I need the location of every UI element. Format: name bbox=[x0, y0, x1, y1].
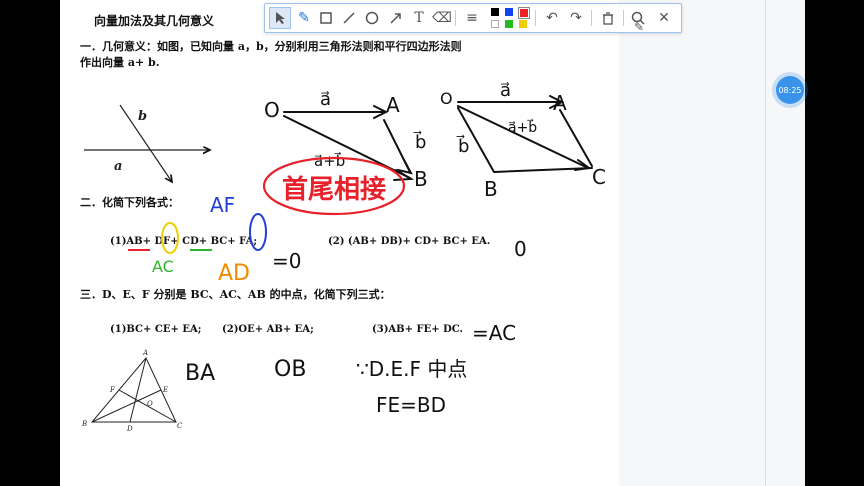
eraser-icon[interactable]: ⌫ bbox=[431, 7, 453, 29]
delete-icon[interactable] bbox=[597, 7, 619, 29]
yellow-circle-mark bbox=[161, 222, 179, 254]
color-blue-swatch[interactable] bbox=[505, 8, 513, 16]
line-label-b: b bbox=[138, 109, 147, 124]
circle-icon[interactable] bbox=[361, 7, 383, 29]
hw-AD-orange: AD bbox=[218, 261, 250, 286]
tri-label-F: F bbox=[109, 386, 116, 394]
color-green-swatch[interactable] bbox=[505, 20, 513, 28]
hw-zero-result-1: =0 bbox=[272, 249, 301, 273]
tri-label-O: O bbox=[147, 400, 153, 408]
pen-icon[interactable]: ✎ bbox=[293, 7, 315, 29]
line-style-icon[interactable]: ≡ bbox=[461, 7, 483, 29]
color-white-swatch[interactable] bbox=[491, 20, 499, 28]
hw-OB: OB bbox=[274, 357, 306, 382]
hw-vec-a-2: a⃗ bbox=[500, 80, 511, 101]
hw-vec-b-2: b⃗ bbox=[456, 135, 469, 157]
hw-midpoints: ∵D.E.F 中点 bbox=[356, 357, 467, 381]
handwritten-triangle-rule bbox=[283, 105, 415, 181]
color-black-swatch[interactable] bbox=[491, 8, 499, 16]
hw-eq-AC: =AC bbox=[472, 321, 516, 345]
hw-vec-b-1: b⃗ bbox=[413, 131, 426, 153]
tri-label-E: E bbox=[162, 386, 168, 394]
select-icon[interactable] bbox=[269, 7, 291, 29]
hw-B-2: B bbox=[484, 177, 498, 201]
color-yellow-swatch[interactable] bbox=[519, 20, 527, 28]
undo-icon[interactable]: ↶ bbox=[541, 7, 563, 29]
hw-C-2: C bbox=[592, 165, 606, 189]
annotation-layer: b a O A B a⃗ b⃗ a⃗+b⃗ 首尾相接 O A B C a⃗ b⃗… bbox=[81, 80, 606, 433]
hw-BA: BA bbox=[185, 361, 215, 386]
hw-B-1: B bbox=[414, 167, 428, 191]
toolbar-separator bbox=[535, 10, 536, 26]
hw-A-2: A bbox=[553, 91, 567, 115]
annotation-toolbar: ✎ T ⌫ ≡ ↶ ↷ ✕ bbox=[264, 3, 682, 33]
toolbar-separator bbox=[623, 10, 624, 26]
tri-label-C: C bbox=[177, 422, 183, 430]
redo-icon[interactable]: ↷ bbox=[565, 7, 587, 29]
line-icon[interactable] bbox=[338, 7, 360, 29]
hw-rule-note: 首尾相接 bbox=[282, 174, 386, 205]
pen-cursor-icon: ✎ bbox=[634, 20, 645, 34]
hw-O-1: O bbox=[264, 98, 280, 122]
clock-badge[interactable]: 08:25 bbox=[776, 76, 804, 104]
toolbar-separator bbox=[455, 10, 456, 26]
arrow-icon[interactable] bbox=[385, 7, 407, 29]
hw-AF: AF bbox=[210, 193, 235, 217]
hw-AC-green: AC bbox=[152, 257, 174, 276]
blue-circle-mark bbox=[249, 213, 267, 251]
hw-zero-result-2: 0 bbox=[514, 237, 527, 261]
hw-FE-BD: FE=BD bbox=[376, 393, 446, 417]
hw-vec-sum-1: a⃗+b⃗ bbox=[314, 151, 345, 170]
toolbar-separator bbox=[591, 10, 592, 26]
hw-A-1: A bbox=[386, 93, 400, 117]
text-icon[interactable]: T bbox=[408, 7, 430, 29]
hw-O-2: O bbox=[440, 89, 453, 108]
hw-vec-a-1: a⃗ bbox=[320, 89, 331, 110]
rectangle-icon[interactable] bbox=[315, 7, 337, 29]
tri-label-D: D bbox=[126, 425, 133, 433]
line-label-a: a bbox=[114, 159, 122, 174]
hw-vec-sum-2: a⃗+b⃗ bbox=[508, 118, 537, 136]
close-icon[interactable]: ✕ bbox=[653, 7, 675, 29]
tri-label-B: B bbox=[81, 420, 87, 428]
tri-label-A: A bbox=[142, 349, 148, 357]
color-red-swatch[interactable] bbox=[518, 7, 530, 19]
